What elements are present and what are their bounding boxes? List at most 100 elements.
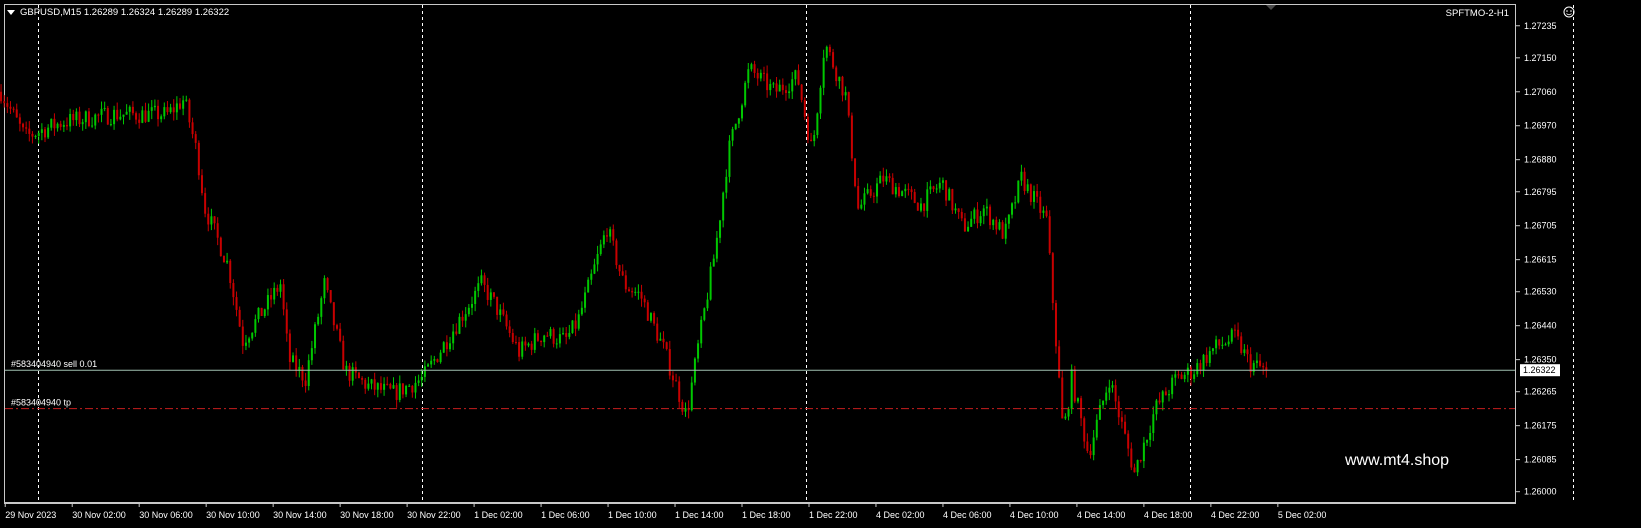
candle-body: [150, 107, 153, 111]
candle-body: [913, 192, 916, 203]
candle-body: [244, 342, 247, 346]
candle-body: [822, 57, 825, 88]
candle-body: [706, 299, 709, 309]
candle-body: [1124, 421, 1127, 434]
candle-body: [562, 333, 565, 335]
candle-body: [1086, 441, 1089, 451]
candle-body: [1233, 329, 1236, 331]
candle-body: [364, 379, 367, 389]
time-tick-label: 1 Dec 06:00: [541, 510, 590, 520]
candle-body: [700, 319, 703, 344]
time-tick-label: 30 Nov 18:00: [340, 510, 394, 520]
candle-body: [1102, 400, 1105, 406]
candle-body: [747, 69, 750, 83]
candle-body: [1230, 329, 1233, 342]
candle-body: [12, 108, 15, 110]
candle-body: [835, 67, 838, 82]
candle-body: [671, 375, 674, 381]
candle-body: [518, 342, 521, 357]
candle-body: [314, 324, 317, 349]
price-tick-label: 1.26175: [1524, 421, 1557, 431]
candle-body: [615, 240, 618, 266]
candle-body: [511, 332, 514, 343]
candle-body: [87, 111, 90, 126]
candle-body: [69, 114, 72, 127]
candle-body: [976, 209, 979, 224]
candle-body: [56, 123, 59, 129]
candle-body: [992, 219, 995, 226]
candle-body: [1032, 191, 1035, 202]
candle-body: [109, 124, 112, 126]
account-label: SPFTMO-2-H1: [1446, 8, 1509, 19]
candle-body: [141, 110, 144, 123]
candle-body: [235, 297, 238, 310]
candle-body: [160, 116, 163, 120]
candle-body: [719, 220, 722, 238]
candle-body: [709, 266, 712, 300]
candle-body: [762, 72, 765, 74]
candle-body: [461, 316, 464, 321]
candle-body: [455, 331, 458, 334]
candle-body: [1259, 360, 1262, 366]
candle-body: [210, 216, 213, 225]
candle-body: [486, 284, 489, 300]
candle-body: [901, 191, 904, 197]
candle-body: [345, 365, 348, 370]
candle-body: [389, 384, 392, 389]
candle-body: [1196, 363, 1199, 375]
candle-body: [194, 134, 197, 143]
price-tick-label: 1.26085: [1524, 455, 1557, 465]
time-tick-label: 30 Nov 06:00: [139, 510, 193, 520]
candle-body: [251, 332, 254, 339]
candle-body: [34, 136, 37, 138]
candle-body: [1133, 467, 1136, 473]
candle-body: [44, 129, 47, 138]
candle-body: [204, 193, 207, 214]
candle-body: [1039, 196, 1042, 213]
candle-body: [546, 335, 549, 337]
candle-body: [797, 70, 800, 85]
candle-body: [894, 187, 897, 195]
time-tick-label: 30 Nov 22:00: [407, 510, 461, 520]
candle-body: [973, 209, 976, 219]
candle-body: [750, 64, 753, 70]
candle-body: [449, 343, 452, 350]
candle-body: [1205, 354, 1208, 363]
candle-body: [543, 335, 546, 343]
price-tick-label: 1.27060: [1524, 87, 1557, 97]
candle-body: [1211, 348, 1214, 352]
candle-body: [825, 46, 828, 58]
candle-body: [1083, 418, 1086, 442]
candle-body: [957, 208, 960, 212]
candle-body: [185, 99, 188, 101]
candle-body: [188, 99, 191, 123]
candle-body: [263, 309, 266, 316]
candle-body: [1036, 191, 1039, 197]
candle-body: [766, 73, 769, 91]
candle-body: [612, 229, 615, 241]
candle-body: [417, 380, 420, 383]
candle-body: [357, 372, 360, 379]
candle-body: [439, 352, 442, 363]
candle-body: [1017, 180, 1020, 203]
candle-body: [1193, 374, 1196, 379]
candle-body: [668, 349, 671, 376]
candle-body: [756, 72, 759, 79]
price-chart[interactable]: #583404940 sell 0.01 #583404940 tp 1.272…: [0, 0, 1641, 528]
candle-body: [945, 180, 948, 201]
chart-background: [0, 0, 1641, 528]
candle-body: [1221, 344, 1224, 346]
candle-body: [301, 366, 304, 381]
candle-body: [266, 295, 269, 310]
candle-body: [1023, 171, 1026, 192]
candle-body: [1164, 391, 1167, 396]
candle-body: [179, 103, 182, 109]
take-profit-label: #583404940 tp: [11, 398, 71, 408]
candle-body: [147, 110, 150, 122]
candle-body: [847, 92, 850, 116]
candle-body: [370, 379, 373, 384]
candle-body: [866, 189, 869, 194]
candle-body: [1029, 184, 1032, 202]
candle-body: [584, 292, 587, 308]
candle-body: [59, 123, 62, 127]
